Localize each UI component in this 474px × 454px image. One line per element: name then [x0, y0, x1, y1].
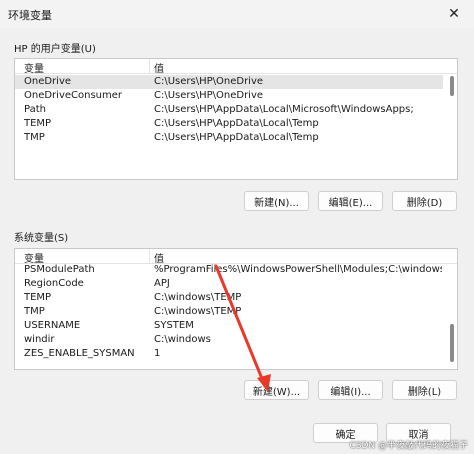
var-name: OneDriveConsumer [24, 90, 123, 101]
column-divider[interactable] [149, 249, 150, 263]
user-new-button[interactable]: 新建(N)... [244, 191, 309, 211]
user-vars-header: 变量 值 [15, 59, 457, 75]
var-value: C:\windows\TEMP [154, 306, 242, 317]
var-name: OneDrive [24, 76, 72, 87]
var-name: Path [24, 104, 46, 115]
var-name: windir [24, 334, 55, 345]
var-name: TEMP [24, 292, 52, 303]
system-var-row[interactable]: PSModulePath %ProgramFiles%\WindowsPower… [15, 263, 443, 277]
var-name: USERNAME [24, 320, 81, 331]
scroll-thumb[interactable] [450, 76, 454, 96]
system-delete-button[interactable]: 删除(L) [392, 380, 457, 400]
var-name: PSModulePath [24, 264, 95, 275]
system-var-row[interactable]: TEMP C:\windows\TEMP [15, 291, 443, 305]
var-value: C:\Users\HP\AppData\Local\Microsoft\Wind… [154, 104, 414, 115]
var-value: C:\Users\HP\OneDrive [154, 76, 264, 87]
watermark: CSDN @半夜敲代码的夜猫子 [349, 441, 468, 451]
user-var-row[interactable]: TEMP C:\Users\HP\AppData\Local\Temp [15, 117, 443, 131]
system-new-button[interactable]: 新建(W)... [244, 380, 309, 400]
user-var-row[interactable]: OneDriveConsumer C:\Users\HP\OneDrive [15, 89, 443, 103]
system-vars-label: 系统变量(S) [14, 233, 69, 244]
user-edit-button[interactable]: 编辑(E)... [318, 191, 383, 211]
user-var-row[interactable]: OneDrive C:\Users\HP\OneDrive [15, 75, 443, 89]
window-title: 环境变量 [8, 9, 52, 22]
system-var-row[interactable]: ZES_ENABLE_SYSMAN 1 [15, 347, 443, 361]
var-value: C:\Users\HP\OneDrive [154, 90, 264, 101]
system-var-row[interactable]: RegionCode APJ [15, 277, 443, 291]
user-var-row[interactable]: Path C:\Users\HP\AppData\Local\Microsoft… [15, 103, 443, 117]
system-edit-button[interactable]: 编辑(I)... [318, 380, 383, 400]
var-value: %ProgramFiles%\WindowsPowerShell\Modules… [154, 264, 442, 275]
system-vars-scrollbar[interactable] [448, 264, 456, 367]
var-value: C:\windows [154, 334, 211, 345]
var-value: C:\Users\HP\AppData\Local\Temp [154, 132, 319, 143]
close-icon[interactable]: ✕ [434, 0, 474, 28]
user-vars-scrollbar[interactable] [448, 74, 456, 177]
column-header-value[interactable]: 值 [154, 60, 164, 75]
var-value: SYSTEM [154, 320, 194, 331]
system-var-row[interactable]: TMP C:\windows\TEMP [15, 305, 443, 319]
var-name: ZES_ENABLE_SYSMAN [24, 348, 135, 359]
column-divider[interactable] [149, 59, 150, 73]
var-value: 1 [154, 348, 161, 359]
var-value: APJ [154, 278, 170, 289]
var-value: C:\windows\TEMP [154, 292, 242, 303]
title-bar: 环境变量 ✕ [0, 0, 474, 28]
scroll-thumb[interactable] [450, 324, 454, 362]
var-name: TMP [24, 306, 45, 317]
user-var-row[interactable]: TMP C:\Users\HP\AppData\Local\Temp [15, 131, 443, 145]
system-var-row[interactable]: windir C:\windows [15, 333, 443, 347]
var-name: RegionCode [24, 278, 84, 289]
system-vars-header: 变量 值 [15, 249, 457, 265]
user-delete-button[interactable]: 删除(D) [392, 191, 457, 211]
system-var-row[interactable]: USERNAME SYSTEM [15, 319, 443, 333]
user-vars-label: HP 的用户变量(U) [14, 44, 96, 55]
var-name: TMP [24, 132, 45, 143]
system-vars-list[interactable]: 变量 值 PSModulePath %ProgramFiles%\Windows… [14, 248, 458, 370]
column-header-name[interactable]: 变量 [24, 60, 44, 75]
user-vars-list[interactable]: 变量 值 OneDrive C:\Users\HP\OneDrive OneDr… [14, 58, 458, 180]
var-value: C:\Users\HP\AppData\Local\Temp [154, 118, 319, 129]
var-name: TEMP [24, 118, 52, 129]
